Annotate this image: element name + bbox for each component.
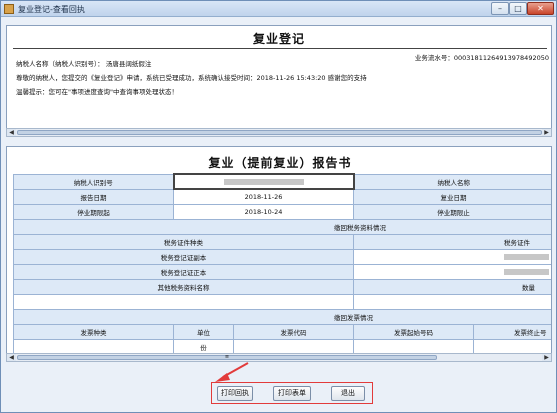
app-window: 复业登记-查看回执 – □ ✕ 复业登记 业务流水号：0003181126491… (0, 0, 557, 413)
annotation-arrow-icon (215, 362, 249, 382)
exit-button[interactable]: 退出 (331, 386, 365, 401)
print-receipt-button[interactable]: 打印回执 (217, 386, 253, 401)
print-form-button[interactable]: 打印表单 (273, 386, 311, 401)
